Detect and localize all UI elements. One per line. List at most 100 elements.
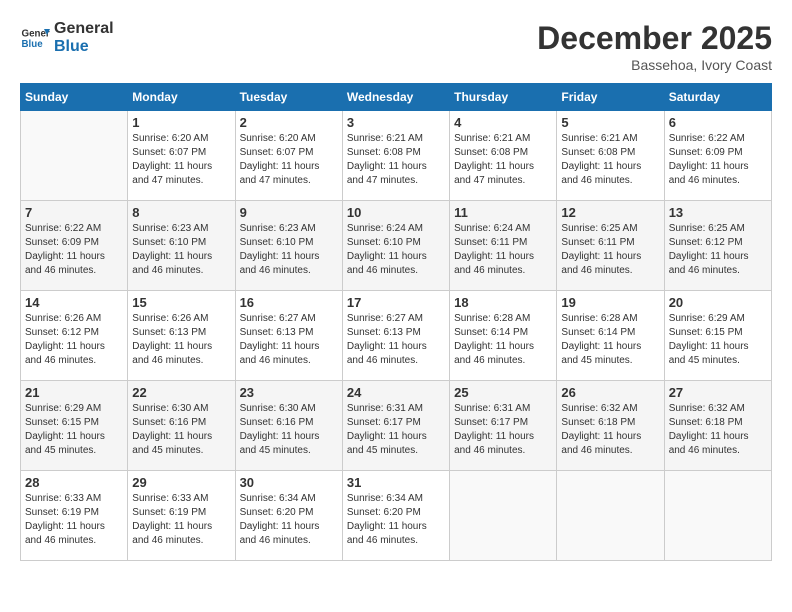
day-info: Sunrise: 6:34 AMSunset: 6:20 PMDaylight:… bbox=[240, 492, 338, 548]
day-number: 26 bbox=[561, 385, 659, 400]
day-number: 25 bbox=[454, 385, 552, 400]
day-number: 18 bbox=[454, 295, 552, 310]
calendar-cell: 6 Sunrise: 6:22 AMSunset: 6:09 PMDaylight… bbox=[664, 111, 771, 201]
day-info: Sunrise: 6:34 AMSunset: 6:20 PMDaylight:… bbox=[347, 492, 445, 548]
logo-blue: Blue bbox=[54, 38, 114, 56]
day-number: 28 bbox=[25, 475, 123, 490]
calendar-cell: 12 Sunrise: 6:25 AMSunset: 6:11 PMDayligh… bbox=[557, 201, 664, 291]
day-number: 7 bbox=[25, 205, 123, 220]
day-number: 8 bbox=[132, 205, 230, 220]
calendar-cell: 10 Sunrise: 6:24 AMSunset: 6:10 PMDayligh… bbox=[342, 201, 449, 291]
calendar-cell: 4 Sunrise: 6:21 AMSunset: 6:08 PMDaylight… bbox=[450, 111, 557, 201]
week-row-4: 21 Sunrise: 6:29 AMSunset: 6:15 PMDayligh… bbox=[21, 381, 772, 471]
day-number: 22 bbox=[132, 385, 230, 400]
day-info: Sunrise: 6:26 AMSunset: 6:12 PMDaylight:… bbox=[25, 312, 123, 368]
day-info: Sunrise: 6:33 AMSunset: 6:19 PMDaylight:… bbox=[132, 492, 230, 548]
week-row-3: 14 Sunrise: 6:26 AMSunset: 6:12 PMDayligh… bbox=[21, 291, 772, 381]
header-day-tuesday: Tuesday bbox=[235, 84, 342, 111]
day-info: Sunrise: 6:27 AMSunset: 6:13 PMDaylight:… bbox=[347, 312, 445, 368]
day-number: 3 bbox=[347, 115, 445, 130]
day-number: 21 bbox=[25, 385, 123, 400]
day-number: 14 bbox=[25, 295, 123, 310]
calendar-cell: 18 Sunrise: 6:28 AMSunset: 6:14 PMDayligh… bbox=[450, 291, 557, 381]
day-info: Sunrise: 6:31 AMSunset: 6:17 PMDaylight:… bbox=[347, 402, 445, 458]
day-number: 12 bbox=[561, 205, 659, 220]
day-number: 6 bbox=[669, 115, 767, 130]
day-info: Sunrise: 6:25 AMSunset: 6:11 PMDaylight:… bbox=[561, 222, 659, 278]
month-title: December 2025 bbox=[537, 20, 772, 57]
calendar-cell: 20Sunrise: 6:29 AMSunset: 6:15 PMDayligh… bbox=[664, 291, 771, 381]
day-info: Sunrise: 6:25 AMSunset: 6:12 PMDaylight:… bbox=[669, 222, 767, 278]
calendar-header: SundayMondayTuesdayWednesdayThursdayFrid… bbox=[21, 84, 772, 111]
header-day-sunday: Sunday bbox=[21, 84, 128, 111]
day-number: 27 bbox=[669, 385, 767, 400]
day-info: Sunrise: 6:20 AMSunset: 6:07 PMDaylight:… bbox=[240, 132, 338, 188]
day-info: Sunrise: 6:32 AMSunset: 6:18 PMDaylight:… bbox=[561, 402, 659, 458]
calendar-cell: 23 Sunrise: 6:30 AMSunset: 6:16 PMDayligh… bbox=[235, 381, 342, 471]
day-number: 24 bbox=[347, 385, 445, 400]
calendar-cell: 16 Sunrise: 6:27 AMSunset: 6:13 PMDayligh… bbox=[235, 291, 342, 381]
header-day-friday: Friday bbox=[557, 84, 664, 111]
day-info: Sunrise: 6:33 AMSunset: 6:19 PMDaylight:… bbox=[25, 492, 123, 548]
day-number: 31 bbox=[347, 475, 445, 490]
logo-icon: General Blue bbox=[20, 23, 50, 53]
day-number: 10 bbox=[347, 205, 445, 220]
header-day-saturday: Saturday bbox=[664, 84, 771, 111]
calendar-cell: 29 Sunrise: 6:33 AMSunset: 6:19 PMDayligh… bbox=[128, 471, 235, 561]
header-day-monday: Monday bbox=[128, 84, 235, 111]
day-number: 16 bbox=[240, 295, 338, 310]
day-info: Sunrise: 6:32 AMSunset: 6:18 PMDaylight:… bbox=[669, 402, 767, 458]
day-info: Sunrise: 6:30 AMSunset: 6:16 PMDaylight:… bbox=[240, 402, 338, 458]
day-info: Sunrise: 6:26 AMSunset: 6:13 PMDaylight:… bbox=[132, 312, 230, 368]
day-info: Sunrise: 6:21 AMSunset: 6:08 PMDaylight:… bbox=[454, 132, 552, 188]
day-number: 5 bbox=[561, 115, 659, 130]
calendar-cell: 25Sunrise: 6:31 AMSunset: 6:17 PMDayligh… bbox=[450, 381, 557, 471]
calendar-cell: 26 Sunrise: 6:32 AMSunset: 6:18 PMDayligh… bbox=[557, 381, 664, 471]
calendar-cell: 9Sunrise: 6:23 AMSunset: 6:10 PMDaylight… bbox=[235, 201, 342, 291]
day-info: Sunrise: 6:23 AMSunset: 6:10 PMDaylight:… bbox=[240, 222, 338, 278]
title-block: December 2025 Bassehoa, Ivory Coast bbox=[537, 20, 772, 73]
header-day-thursday: Thursday bbox=[450, 84, 557, 111]
calendar-cell: 2Sunrise: 6:20 AMSunset: 6:07 PMDaylight… bbox=[235, 111, 342, 201]
day-number: 11 bbox=[454, 205, 552, 220]
day-info: Sunrise: 6:24 AMSunset: 6:10 PMDaylight:… bbox=[347, 222, 445, 278]
day-info: Sunrise: 6:29 AMSunset: 6:15 PMDaylight:… bbox=[25, 402, 123, 458]
calendar-cell: 14 Sunrise: 6:26 AMSunset: 6:12 PMDayligh… bbox=[21, 291, 128, 381]
calendar-cell: 19 Sunrise: 6:28 AMSunset: 6:14 PMDayligh… bbox=[557, 291, 664, 381]
day-info: Sunrise: 6:22 AMSunset: 6:09 PMDaylight:… bbox=[25, 222, 123, 278]
location-subtitle: Bassehoa, Ivory Coast bbox=[537, 57, 772, 73]
calendar-cell: 30Sunrise: 6:34 AMSunset: 6:20 PMDayligh… bbox=[235, 471, 342, 561]
day-number: 19 bbox=[561, 295, 659, 310]
calendar-cell bbox=[450, 471, 557, 561]
day-info: Sunrise: 6:22 AMSunset: 6:09 PMDaylight:… bbox=[669, 132, 767, 188]
day-info: Sunrise: 6:24 AMSunset: 6:11 PMDaylight:… bbox=[454, 222, 552, 278]
day-info: Sunrise: 6:21 AMSunset: 6:08 PMDaylight:… bbox=[561, 132, 659, 188]
day-info: Sunrise: 6:23 AMSunset: 6:10 PMDaylight:… bbox=[132, 222, 230, 278]
day-info: Sunrise: 6:20 AMSunset: 6:07 PMDaylight:… bbox=[132, 132, 230, 188]
calendar-cell: 1Sunrise: 6:20 AMSunset: 6:07 PMDaylight… bbox=[128, 111, 235, 201]
day-info: Sunrise: 6:30 AMSunset: 6:16 PMDaylight:… bbox=[132, 402, 230, 458]
day-number: 20 bbox=[669, 295, 767, 310]
calendar-cell bbox=[664, 471, 771, 561]
week-row-1: 1Sunrise: 6:20 AMSunset: 6:07 PMDaylight… bbox=[21, 111, 772, 201]
calendar-cell: 5 Sunrise: 6:21 AMSunset: 6:08 PMDaylight… bbox=[557, 111, 664, 201]
calendar-cell: 11 Sunrise: 6:24 AMSunset: 6:11 PMDayligh… bbox=[450, 201, 557, 291]
day-info: Sunrise: 6:28 AMSunset: 6:14 PMDaylight:… bbox=[454, 312, 552, 368]
day-number: 17 bbox=[347, 295, 445, 310]
logo: General Blue General Blue bbox=[20, 20, 114, 55]
day-info: Sunrise: 6:27 AMSunset: 6:13 PMDaylight:… bbox=[240, 312, 338, 368]
calendar-table: SundayMondayTuesdayWednesdayThursdayFrid… bbox=[20, 83, 772, 561]
calendar-cell: 22 Sunrise: 6:30 AMSunset: 6:16 PMDayligh… bbox=[128, 381, 235, 471]
day-number: 23 bbox=[240, 385, 338, 400]
calendar-cell: 31 Sunrise: 6:34 AMSunset: 6:20 PMDayligh… bbox=[342, 471, 449, 561]
calendar-cell: 21 Sunrise: 6:29 AMSunset: 6:15 PMDayligh… bbox=[21, 381, 128, 471]
day-info: Sunrise: 6:28 AMSunset: 6:14 PMDaylight:… bbox=[561, 312, 659, 368]
calendar-body: 1Sunrise: 6:20 AMSunset: 6:07 PMDaylight… bbox=[21, 111, 772, 561]
page-header: General Blue General Blue December 2025 … bbox=[20, 20, 772, 73]
header-day-wednesday: Wednesday bbox=[342, 84, 449, 111]
logo-general: General bbox=[54, 20, 114, 38]
calendar-cell: 27 Sunrise: 6:32 AMSunset: 6:18 PMDayligh… bbox=[664, 381, 771, 471]
day-number: 29 bbox=[132, 475, 230, 490]
day-number: 4 bbox=[454, 115, 552, 130]
day-number: 15 bbox=[132, 295, 230, 310]
